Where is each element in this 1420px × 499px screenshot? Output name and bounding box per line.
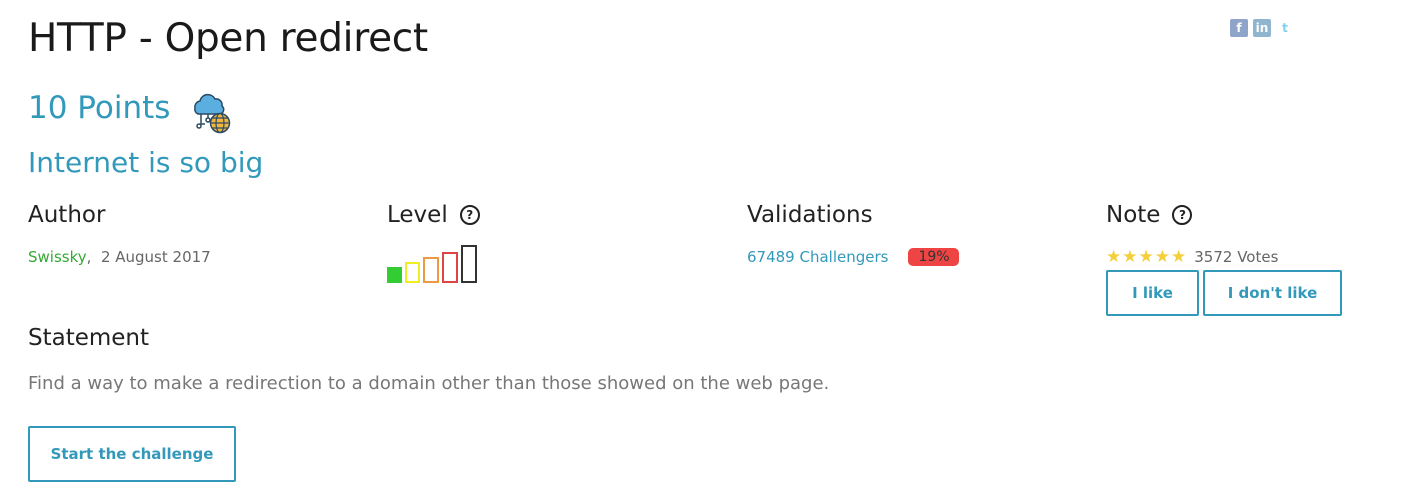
level-bar-1 bbox=[387, 267, 402, 283]
note-help-icon[interactable]: ? bbox=[1172, 205, 1193, 225]
author-heading: Author bbox=[28, 202, 105, 228]
linkedin-icon[interactable]: in bbox=[1253, 19, 1271, 37]
validations-line: 67489 Challengers 19% bbox=[747, 248, 959, 266]
star-icon[interactable]: ★ bbox=[1122, 248, 1137, 266]
rating-stars: ★ ★ ★ ★ ★ bbox=[1106, 248, 1186, 266]
start-challenge-button[interactable]: Start the challenge bbox=[28, 426, 236, 482]
level-bar-4 bbox=[442, 252, 458, 283]
validations-heading: Validations bbox=[747, 202, 873, 228]
level-heading-label: Level bbox=[387, 202, 448, 228]
level-indicator bbox=[387, 245, 477, 283]
twitter-icon[interactable]: t bbox=[1276, 19, 1294, 37]
note-heading-label: Note bbox=[1106, 202, 1161, 228]
star-icon[interactable]: ★ bbox=[1106, 248, 1121, 266]
level-bar-2 bbox=[405, 262, 420, 283]
star-icon[interactable]: ★ bbox=[1155, 248, 1170, 266]
star-icon[interactable]: ★ bbox=[1139, 248, 1154, 266]
author-heading-label: Author bbox=[28, 202, 106, 228]
challenge-subtitle: Internet is so big bbox=[28, 146, 264, 179]
author-date: 2 August 2017 bbox=[100, 248, 211, 266]
validations-heading-label: Validations bbox=[747, 202, 873, 228]
cloud-network-globe-icon bbox=[194, 93, 231, 134]
validation-percent-badge: 19% bbox=[908, 248, 959, 266]
points-value: 10 Points bbox=[28, 90, 171, 126]
author-separator: , bbox=[86, 248, 92, 266]
like-button[interactable]: I like bbox=[1106, 270, 1199, 316]
facebook-icon[interactable]: f bbox=[1230, 19, 1248, 37]
level-heading: Level ? bbox=[387, 202, 480, 228]
votes-count: 3572 Votes bbox=[1194, 248, 1279, 266]
note-heading: Note ? bbox=[1106, 202, 1193, 228]
author-line: Swissky, 2 August 2017 bbox=[28, 248, 211, 266]
statement-heading: Statement bbox=[28, 325, 150, 351]
level-help-icon[interactable]: ? bbox=[459, 205, 480, 225]
author-link[interactable]: Swissky bbox=[28, 248, 87, 266]
level-bar-5 bbox=[461, 245, 477, 283]
rating-line: ★ ★ ★ ★ ★ 3572 Votes bbox=[1106, 248, 1278, 266]
star-icon[interactable]: ★ bbox=[1171, 248, 1186, 266]
level-bar-3 bbox=[423, 257, 439, 283]
challengers-link[interactable]: 67489 Challengers bbox=[747, 248, 888, 266]
page-title: HTTP - Open redirect bbox=[28, 16, 428, 61]
statement-text: Find a way to make a redirection to a do… bbox=[28, 373, 830, 394]
social-share: f in t bbox=[1230, 19, 1294, 37]
dislike-button[interactable]: I don't like bbox=[1203, 270, 1342, 316]
